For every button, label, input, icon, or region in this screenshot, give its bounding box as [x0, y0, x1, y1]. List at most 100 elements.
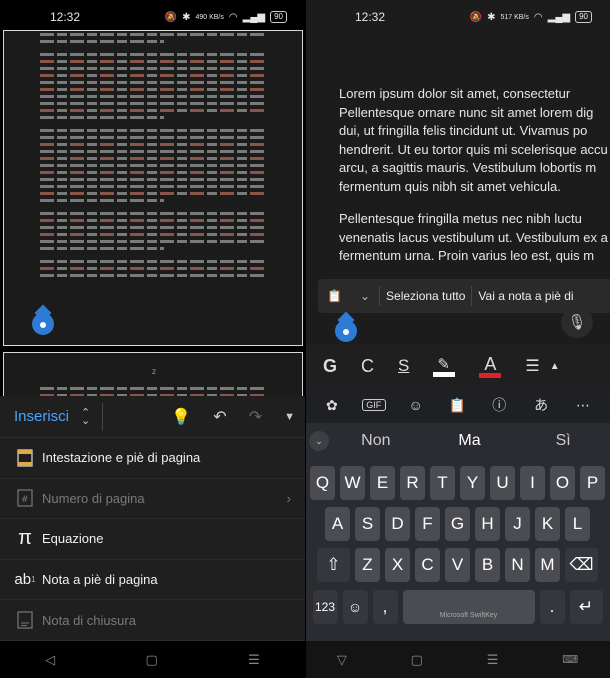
text-line: Pellentesque fringilla metus nec nibh lu…: [339, 211, 582, 226]
space-key[interactable]: Microsoft SwiftKey: [402, 590, 535, 624]
key[interactable]: X: [385, 548, 410, 582]
key[interactable]: D: [385, 507, 410, 541]
back-icon[interactable]: ◁: [45, 652, 55, 668]
underline-button[interactable]: S: [398, 356, 409, 376]
key-row-4: 123 ☺ , Microsoft SwiftKey . ↵: [305, 590, 610, 624]
key[interactable]: L: [565, 507, 590, 541]
undo-icon[interactable]: ↶: [213, 407, 226, 427]
bluetooth-icon: ✱: [182, 11, 191, 23]
key[interactable]: F: [415, 507, 440, 541]
key[interactable]: I: [520, 466, 545, 500]
key[interactable]: V: [445, 548, 470, 582]
numbers-key[interactable]: 123: [312, 590, 338, 624]
expand-context-button[interactable]: ⌄: [351, 279, 379, 313]
hide-keyboard-icon[interactable]: ▽: [337, 652, 347, 668]
key[interactable]: U: [490, 466, 515, 500]
menu-item-page-number[interactable]: # Numero di pagina ›: [0, 479, 305, 520]
nav-bar: ◁ ▢ ☰: [0, 641, 305, 678]
select-all-button[interactable]: Seleziona tutto: [380, 289, 471, 303]
key[interactable]: M: [535, 548, 560, 582]
document-canvas[interactable]: 2: [0, 30, 305, 400]
font-color-button[interactable]: A: [479, 354, 502, 378]
key[interactable]: J: [505, 507, 530, 541]
key-row-1: Q W E R T Y U I O P: [305, 466, 610, 500]
enter-icon: ↵: [578, 597, 594, 616]
period-key[interactable]: .: [539, 590, 565, 624]
info-icon[interactable]: ⓘ: [487, 395, 511, 415]
text-line: fermentum quis nibh sit amet vehicula.: [339, 179, 561, 194]
key[interactable]: Q: [310, 466, 335, 500]
menu-item-equation[interactable]: π Equazione: [0, 519, 305, 560]
home-icon[interactable]: ▢: [411, 652, 423, 668]
key[interactable]: W: [340, 466, 365, 500]
sticker-icon[interactable]: ☺: [404, 397, 428, 413]
menu-item-footnote[interactable]: ab 1 Nota a piè di pagina: [0, 560, 305, 601]
collapse-suggestions-icon[interactable]: ⌄: [309, 431, 329, 451]
backspace-key[interactable]: ⌫: [565, 548, 598, 582]
suggestion-1[interactable]: Non: [329, 432, 423, 450]
text-line: Lorem ipsum dolor sit amet, consectetur: [339, 86, 571, 101]
shift-key[interactable]: ⇧: [317, 548, 350, 582]
translate-icon[interactable]: あ: [529, 395, 553, 415]
enter-key[interactable]: ↵: [569, 590, 603, 624]
home-icon[interactable]: ▢: [146, 652, 158, 668]
emoji-icon: ☺: [347, 599, 363, 615]
key[interactable]: R: [400, 466, 425, 500]
key[interactable]: B: [475, 548, 500, 582]
keyboard-switch-icon[interactable]: ⌨: [562, 653, 578, 666]
copilot-icon[interactable]: ✿: [320, 397, 344, 414]
page-number: 2: [152, 369, 156, 376]
clipboard-icon[interactable]: 📋: [445, 397, 469, 414]
gif-icon[interactable]: GIF: [361, 399, 386, 411]
go-to-footnote-button[interactable]: Vai a nota a piè di: [472, 289, 579, 303]
bold-button[interactable]: G: [323, 356, 337, 377]
key[interactable]: A: [325, 507, 350, 541]
signal-icon: ▂▄▆: [547, 11, 571, 23]
document-text-area[interactable]: Lorem ipsum dolor sit amet, consectetur …: [305, 30, 610, 280]
recents-icon[interactable]: ☰: [248, 652, 260, 668]
key[interactable]: E: [370, 466, 395, 500]
chevron-updown-icon[interactable]: ⌃ ⌄: [81, 407, 90, 426]
key[interactable]: T: [430, 466, 455, 500]
key[interactable]: C: [415, 548, 440, 582]
key[interactable]: Y: [460, 466, 485, 500]
suggestion-2[interactable]: Ma: [423, 432, 517, 450]
paste-button[interactable]: 📋: [318, 279, 351, 313]
redo-icon[interactable]: ↷: [249, 407, 262, 427]
backspace-icon: ⌫: [569, 555, 594, 574]
recents-icon[interactable]: ☰: [487, 652, 499, 668]
emoji-key[interactable]: ☺: [342, 590, 368, 624]
context-menu: 📋 ⌄ Seleziona tutto Vai a nota a piè di: [318, 279, 610, 313]
highlight-button[interactable]: ✎: [433, 355, 456, 377]
document-page-1[interactable]: [3, 30, 303, 346]
key[interactable]: S: [355, 507, 380, 541]
key[interactable]: H: [475, 507, 500, 541]
highlighter-icon: ✎: [437, 356, 450, 373]
right-screen: 12:32 🔕 ✱ 517 KB/s ◠ ▂▄▆ 90 Lorem ipsum …: [305, 0, 610, 678]
key[interactable]: Z: [355, 548, 380, 582]
more-format-icon[interactable]: ▲: [550, 361, 560, 372]
ribbon-tab-insert[interactable]: Inserisci: [14, 408, 69, 425]
cursor-handle[interactable]: [335, 316, 357, 346]
document-page-2[interactable]: 2: [3, 352, 303, 400]
menu-item-endnote[interactable]: Nota di chiusura: [0, 600, 305, 641]
key[interactable]: N: [505, 548, 530, 582]
text-line: hendrerit. Ut eu tortor quis mi sceleris…: [339, 142, 608, 157]
menu-item-header-footer[interactable]: Intestazione e piè di pagina: [0, 438, 305, 479]
key[interactable]: K: [535, 507, 560, 541]
network-speed: 517 KB/s: [500, 13, 529, 21]
svg-text:#: #: [21, 495, 29, 505]
chevron-right-icon: ›: [286, 490, 291, 506]
bullet-list-icon[interactable]: ☰: [525, 356, 539, 376]
italic-button[interactable]: C: [361, 356, 374, 377]
key[interactable]: G: [445, 507, 470, 541]
key[interactable]: O: [550, 466, 575, 500]
key[interactable]: P: [580, 466, 605, 500]
suggestion-3[interactable]: Sì: [516, 432, 610, 450]
collapse-ribbon-icon[interactable]: ▼: [284, 411, 295, 423]
lightbulb-icon[interactable]: 💡: [171, 407, 191, 427]
cursor-handle[interactable]: [32, 309, 54, 339]
more-icon[interactable]: ⋯: [571, 397, 595, 414]
comma-key[interactable]: ,: [372, 590, 398, 624]
text-line: arcu, a sagittis mauris. Vestibulum lobo…: [339, 160, 597, 175]
